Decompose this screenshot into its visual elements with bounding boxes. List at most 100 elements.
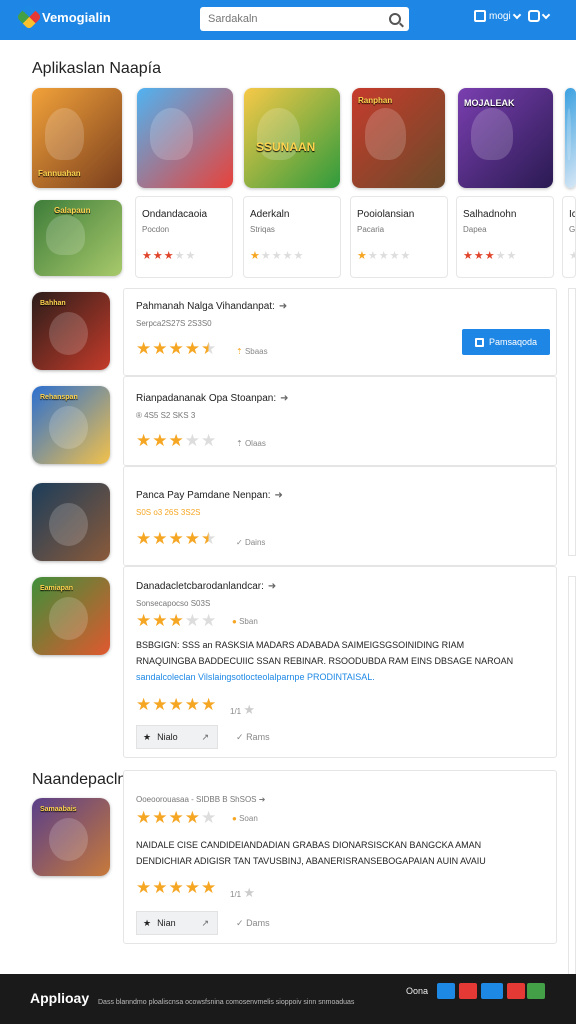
- featured-app-tile[interactable]: [137, 88, 233, 188]
- account-menu-button[interactable]: [528, 10, 551, 22]
- star-icon: ★: [201, 878, 217, 897]
- rating-count: 1/1 ★: [230, 885, 255, 901]
- rating-meta-text: Sban: [239, 617, 258, 626]
- brand-name: Vemogialin: [42, 9, 111, 25]
- wishlist-label: Nialo: [157, 732, 178, 742]
- rating-meta: ● Sban: [232, 617, 258, 626]
- star-icon: ★: [463, 250, 473, 262]
- app-icon[interactable]: Samaabais: [32, 798, 110, 876]
- app-title-text: Rianpadananak Opa Stoanpan:: [136, 393, 277, 404]
- description-line: NAIDALE CISE CANDIDEIANDADIAN GRABAS DIO…: [136, 840, 482, 850]
- star-icon: ★: [152, 695, 168, 714]
- rating-stars: ★★★★★: [136, 530, 216, 547]
- app-icon-label: Samaabais: [40, 806, 77, 813]
- app-mini-card[interactable]: Ic G ★★★★★: [562, 196, 576, 278]
- app-list-item[interactable]: Ooeoorouasaa - SIDBB B ShSOS ➜ ★ ★ ★ ★ ★ ● S…: [123, 770, 557, 944]
- app-title[interactable]: Danadacletcbarodanlandcar: ➜: [136, 581, 276, 592]
- app-art: [137, 88, 233, 188]
- featured-app-tile[interactable]: Galapaun: [34, 200, 122, 276]
- featured-app-tile[interactable]: Fannuahan: [32, 88, 122, 188]
- social-icon[interactable]: [437, 983, 455, 999]
- featured-app-tile[interactable]: SSUNAAN: [244, 88, 340, 188]
- rating-stars: ★★★★★: [136, 612, 216, 629]
- social-icon[interactable]: [527, 983, 545, 999]
- app-title: Ondandacaoia: [142, 209, 208, 220]
- rating-stars: ★★★★★: [357, 251, 410, 262]
- rating-count-text: 1/1: [230, 707, 242, 716]
- app-description: BSBGIGN: SSS an RASKSIA MADARS ADABADA S…: [136, 637, 544, 685]
- app-icon-label: Eamiapan: [40, 585, 74, 592]
- app-title-text: Danadacletcbarodanlandcar:: [136, 581, 264, 592]
- footer-brand[interactable]: Applioay: [30, 990, 89, 1006]
- app-category: Pocdon: [142, 225, 170, 234]
- star-icon: ★: [400, 250, 411, 262]
- rating-meta: ✓ Dains: [236, 538, 265, 547]
- rating-meta: ● Soan: [232, 814, 258, 823]
- star-icon: ★: [184, 529, 200, 548]
- social-icon[interactable]: [481, 983, 503, 999]
- star-icon: ★: [136, 695, 152, 714]
- rating-meta-text: Olaas: [244, 439, 266, 448]
- app-icon[interactable]: Rehanspan: [32, 386, 110, 464]
- search-box[interactable]: [200, 7, 409, 31]
- app-mini-card[interactable]: Salhadnohn Dapea ★ ★ ★ ★ ★: [456, 196, 554, 278]
- star-icon: ★: [389, 250, 400, 262]
- wishlist-button[interactable]: ★ Nialo ↗: [136, 725, 218, 749]
- description-link[interactable]: sandalcoleclan Vilslaingsotlocteolalparn…: [136, 669, 544, 685]
- app-mini-card[interactable]: Pooiolansian Pacaria ★ ★ ★ ★ ★: [350, 196, 448, 278]
- star-icon: ★: [201, 808, 217, 827]
- install-label: Pamsaqoda: [488, 337, 538, 347]
- store-menu-button[interactable]: mogi: [474, 10, 521, 22]
- app-list-item[interactable]: Panca Pay Pamdane Nenpan: ➜ S0S o3 26S 3S…: [123, 466, 557, 566]
- app-icon-label: Bahhan: [40, 300, 66, 307]
- app-list-item[interactable]: Rianpadananak Opa Stoanpan: ➜ ® 4S5 S2 SK…: [123, 376, 557, 466]
- app-title[interactable]: Panca Pay Pamdane Nenpan: ➜: [136, 490, 283, 501]
- app-mini-card[interactable]: Aderkaln Striqas ★ ★ ★ ★ ★: [243, 196, 341, 278]
- app-title[interactable]: Rianpadananak Opa Stoanpan: ➜: [136, 393, 289, 404]
- app-icon[interactable]: [32, 483, 110, 561]
- star-icon: ★: [142, 250, 152, 262]
- rating-count-text: 1/1: [230, 890, 242, 899]
- rating-stars: ★★★★★: [136, 696, 216, 713]
- rating-stars: ★★★★★: [250, 251, 303, 262]
- search-icon[interactable]: [389, 13, 401, 25]
- app-icon[interactable]: Eamiapan: [32, 577, 110, 655]
- star-icon: ★: [136, 431, 152, 450]
- app-category: Striqas: [250, 225, 275, 234]
- brand-logo[interactable]: Vemogialin: [16, 4, 111, 30]
- star-icon: ★: [184, 339, 200, 358]
- featured-app-tile[interactable]: MOJALEAK: [458, 88, 553, 188]
- rate-link[interactable]: ✓ Dams: [236, 918, 270, 929]
- rating-meta: ⇡ Olaas: [236, 439, 266, 448]
- rating-stars: ★★★★★: [136, 340, 216, 357]
- app-title[interactable]: Pahmanah Nalga Vihandanpat: ➜: [136, 301, 287, 312]
- external-link-icon: ↗: [201, 731, 209, 742]
- info-icon: ⇡: [236, 347, 243, 356]
- wishlist-button[interactable]: ★ Nian ↗: [136, 911, 218, 935]
- app-art: [244, 88, 340, 188]
- app-mini-card[interactable]: Ondandacaoia Pocdon ★ ★ ★ ★ ★: [135, 196, 233, 278]
- app-title-text: Pahmanah Nalga Vihandanpat:: [136, 301, 275, 312]
- tile-label: MOJALEAK: [464, 98, 515, 108]
- app-logo-icon: [16, 4, 42, 30]
- star-icon: ★: [184, 808, 200, 827]
- install-button[interactable]: Pamsaqoda: [462, 329, 550, 355]
- star-icon: ★: [473, 250, 484, 262]
- social-icon[interactable]: [507, 983, 525, 999]
- featured-app-tile[interactable]: [565, 88, 576, 188]
- social-icon[interactable]: [459, 983, 477, 999]
- app-icon[interactable]: Bahhan: [32, 292, 110, 370]
- arrow-right-icon: ➜: [258, 795, 266, 804]
- featured-app-tile[interactable]: Ranphan: [352, 88, 445, 188]
- search-input[interactable]: [208, 13, 389, 25]
- star-icon: ★: [174, 250, 185, 262]
- app-list-item[interactable]: Danadacletcbarodanlandcar: ➜ Sonsecapocso…: [123, 566, 557, 758]
- tile-label: Fannuahan: [38, 169, 81, 178]
- rate-link[interactable]: ✓ Rams: [236, 732, 270, 743]
- star-icon: ★: [378, 250, 389, 262]
- app-icon-label: Rehanspan: [40, 394, 78, 401]
- app-list-item[interactable]: Pahmanah Nalga Vihandanpat: ➜ Serpca2S27S…: [123, 288, 557, 376]
- app-category: Dapea: [463, 225, 487, 234]
- main-content: Aplikaslan Naapía Fannuahan SSUNAAN Ranp…: [0, 40, 576, 980]
- star-icon: ★: [506, 250, 517, 262]
